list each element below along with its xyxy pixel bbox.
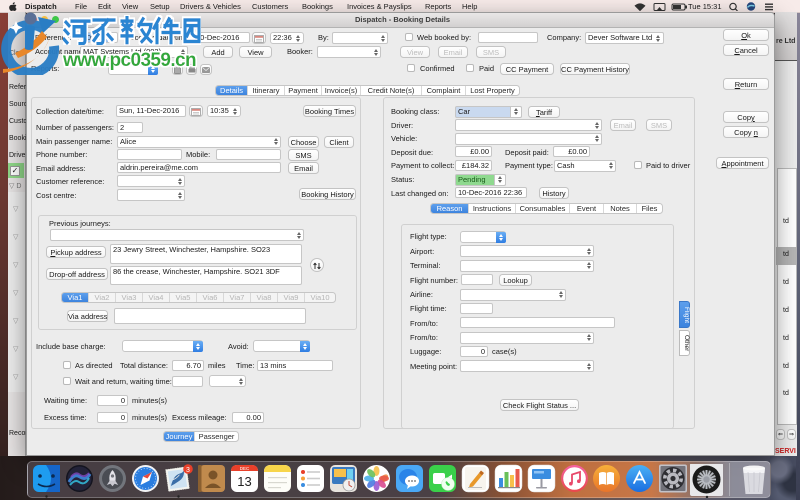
svg-text:DEC: DEC: [240, 466, 250, 471]
svg-text:13: 13: [237, 474, 251, 489]
svg-text:www.pc0359.cn: www.pc0359.cn: [62, 50, 196, 71]
svg-text:3: 3: [186, 467, 190, 474]
